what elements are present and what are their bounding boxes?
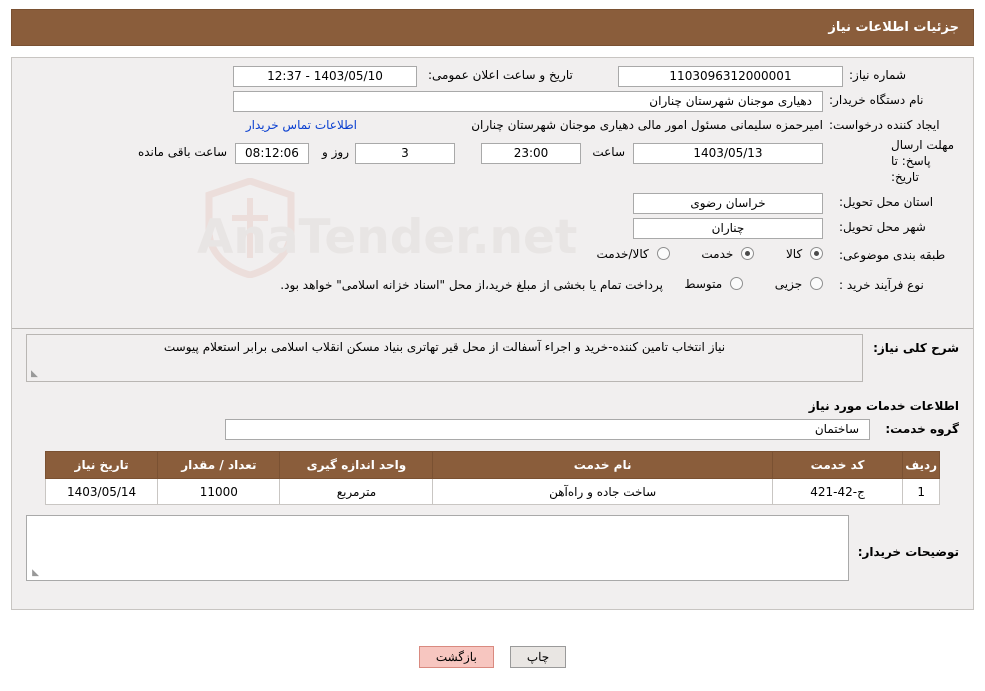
need-info-section: AnaTender.net شماره نیاز: 11030963120000… [12, 58, 973, 329]
col-name: نام خدمت [432, 451, 773, 479]
col-date: تاریخ نیاز [44, 451, 159, 479]
hour-label: ساعت [592, 145, 625, 159]
process-radio-group: جزیی متوسط [674, 276, 823, 291]
remaining-time-value: 08:12:06 [235, 143, 309, 164]
table-row: 1 ج-42-421 ساخت جاده و راه‌آهن مترمربع 1… [44, 478, 940, 505]
summary-text: نیاز انتخاب تامین کننده-خرید و اجراء آسف… [163, 340, 726, 354]
radio-kala-icon[interactable] [810, 247, 823, 260]
province-label: استان محل تحویل: [839, 195, 934, 209]
public-announce-label: تاریخ و ساعت اعلان عمومی: [428, 68, 573, 82]
notes-resize-grip-icon[interactable]: ◣ [30, 569, 39, 578]
buyer-notes-label: توضیحات خریدار: [857, 545, 959, 559]
radio-jozei-icon[interactable] [810, 277, 823, 290]
buyer-notes-input[interactable]: ◣ [26, 515, 849, 581]
process-note: پرداخت تمام یا بخشی از مبلغ خرید،از محل … [280, 278, 663, 292]
services-table: ردیف کد خدمت نام خدمت واحد اندازه گیری ت… [44, 451, 940, 505]
creator-value: امیرحمزه سلیمانی مسئول امور مالی دهیاری … [471, 118, 823, 132]
resize-grip-icon[interactable]: ◣ [30, 370, 39, 379]
cell-index: 1 [902, 478, 940, 505]
page-header: جزئیات اطلاعات نیاز [11, 9, 974, 46]
need-number-value: 1103096312000001 [618, 66, 843, 87]
buyer-notes-row: توضیحات خریدار: ◣ [12, 515, 973, 601]
summary-box: نیاز انتخاب تامین کننده-خرید و اجراء آسف… [26, 334, 863, 382]
col-quantity: تعداد / مقدار [157, 451, 281, 479]
buyer-contact-link[interactable]: اطلاعات تماس خریدار [246, 118, 357, 132]
service-group-value: ساختمان [225, 419, 870, 440]
details-panel: AnaTender.net شماره نیاز: 11030963120000… [11, 57, 974, 610]
remaining-days-label: روز و [322, 145, 349, 159]
summary-row: شرح کلی نیاز: نیاز انتخاب تامین کننده-خر… [12, 329, 973, 391]
services-table-header-row: ردیف کد خدمت نام خدمت واحد اندازه گیری ت… [44, 451, 940, 479]
service-group-row: گروه خدمت: ساختمان [12, 415, 973, 445]
shield-icon [205, 178, 295, 278]
services-section-title: اطلاعات خدمات مورد نیاز [808, 399, 959, 413]
deadline-time-value: 23:00 [481, 143, 581, 164]
page-root: جزئیات اطلاعات نیاز AnaTender.net شماره … [0, 0, 985, 691]
col-unit: واحد اندازه گیری [279, 451, 434, 479]
cell-code: ج-42-421 [771, 478, 904, 505]
creator-label: ایجاد کننده درخواست: [829, 118, 940, 132]
city-label: شهر محل تحویل: [839, 220, 926, 234]
category-label: طبقه بندی موضوعی: [839, 248, 946, 262]
need-summary-section: شرح کلی نیاز: نیاز انتخاب تامین کننده-خر… [12, 329, 973, 609]
category-radio-group: کالا خدمت کالا/خدمت [587, 246, 823, 261]
col-code: کد خدمت [771, 451, 904, 479]
radio-motevaset-icon[interactable] [729, 277, 743, 290]
buyer-org-label: نام دستگاه خریدار: [829, 93, 924, 107]
cell-date: 1403/05/14 [44, 478, 159, 505]
back-button[interactable]: بازگشت [418, 646, 494, 668]
process-option-motevaset[interactable]: متوسط [674, 276, 743, 291]
remaining-time-label: ساعت باقی مانده [137, 145, 227, 159]
remaining-days-value: 3 [355, 143, 455, 164]
radio-khedmat-icon[interactable] [741, 247, 755, 260]
category-option-kala[interactable]: کالا [772, 246, 823, 261]
cell-name: ساخت جاده و راه‌آهن [432, 478, 773, 505]
category-option-kala-khedmat[interactable]: کالا/خدمت [587, 246, 670, 261]
process-option-jozei[interactable]: جزیی [761, 276, 823, 291]
footer-actions: چاپ بازگشت [0, 646, 985, 668]
city-value: چناران [633, 218, 823, 239]
need-number-label: شماره نیاز: [849, 68, 906, 82]
deadline-label: مهلت ارسال پاسخ: تا تاریخ: [891, 138, 955, 184]
buyer-org-value: دهیاری موجنان شهرستان چناران [233, 91, 823, 112]
deadline-date-value: 1403/05/13 [633, 143, 823, 164]
cell-unit: مترمربع [279, 478, 434, 505]
print-button[interactable]: چاپ [509, 646, 567, 668]
buyer-notes-box-wrap: ◣ [26, 515, 849, 581]
service-group-label: گروه خدمت: [885, 422, 959, 436]
province-value: خراسان رضوی [633, 193, 823, 214]
radio-kala-khedmat-icon[interactable] [656, 247, 670, 260]
watermark-text: AnaTender.net [197, 210, 578, 265]
page-title: جزئیات اطلاعات نیاز [828, 20, 959, 35]
category-option-khedmat[interactable]: خدمت [688, 246, 755, 261]
col-index: ردیف [902, 451, 940, 479]
process-label: نوع فرآیند خرید : [839, 278, 924, 292]
public-announce-value: 1403/05/10 - 12:37 [233, 66, 417, 87]
summary-label: شرح کلی نیاز: [873, 341, 959, 355]
cell-quantity: 11000 [157, 478, 281, 505]
